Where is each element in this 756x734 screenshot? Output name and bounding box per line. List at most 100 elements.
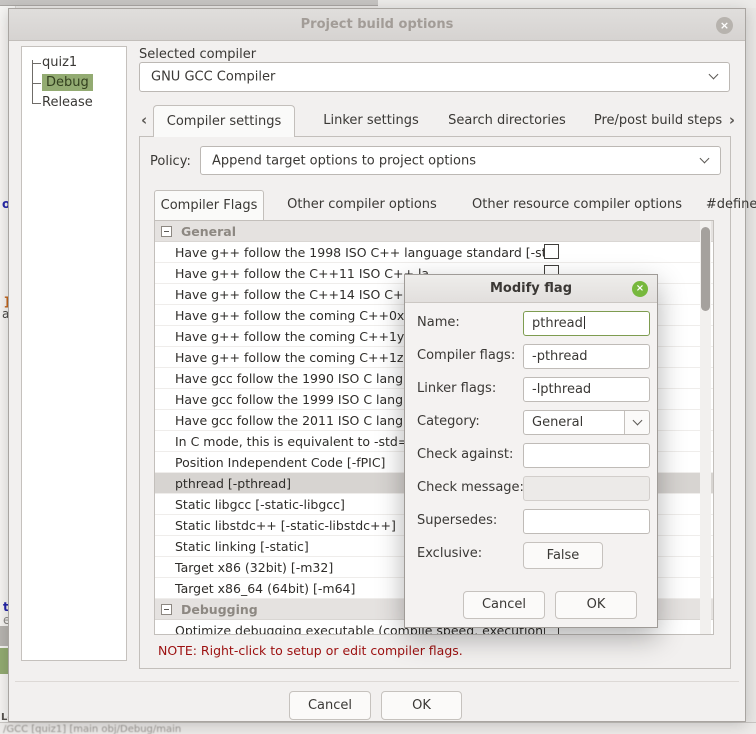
category-dropdown[interactable]: General [523,410,650,435]
modify-flag-dialog: Modify flag × Name: pthread Compiler fla… [404,274,658,628]
policy-dropdown-value: Append target options to project options [212,153,477,168]
compiler-flags-label: Compiler flags: [417,348,516,363]
flag-label: Have g++ follow the coming C++0x (a [175,308,421,323]
compiler-flags-input[interactable]: -pthread [523,344,650,369]
flag-label: Have g++ follow the C++14 ISO C++ la [175,287,430,302]
name-input-value: pthread [532,316,583,331]
supersedes-input[interactable] [523,509,650,534]
tree-item-release[interactable]: Release [22,93,126,113]
flag-label: General [181,224,236,239]
tree-item-label: Debug [42,74,93,91]
note-text: NOTE: Right-click to setup or edit compi… [158,643,463,658]
tree-item-label: quiz1 [42,55,78,70]
flag-label: Have g++ follow the coming C++1y (a [175,329,421,344]
build-target-tree[interactable]: quiz1 Debug Release [21,46,127,661]
background-window-edge [378,0,756,8]
category-label: Category: [417,414,480,429]
chevron-down-icon [708,69,719,80]
tab-compiler-settings[interactable]: Compiler settings [153,105,295,137]
background-statusbar-text: /GCC [quiz1] [main obj/Debug/main [3,724,182,734]
subtab-compiler-flags[interactable]: Compiler Flags [154,190,264,220]
modify-dialog-title: Modify flag [490,281,572,296]
exclusive-toggle-button[interactable]: False [523,542,603,569]
flag-label: Have gcc follow the 2011 ISO C langu [175,413,411,428]
subtab-defines[interactable]: #defines [700,190,756,220]
flag-checkbox[interactable] [544,244,559,259]
flags-tabbar: Compiler Flags Other compiler options Ot… [140,190,756,220]
compiler-dropdown[interactable]: GNU GCC Compiler [139,62,730,92]
ok-button[interactable]: OK [381,691,462,720]
background-window-edge [0,0,378,6]
flag-label: Static libgcc [-static-libgcc] [175,497,345,512]
compiler-dropdown-value: GNU GCC Compiler [151,69,276,85]
tab-search-directories[interactable]: Search directories [443,105,571,137]
tree-item-debug[interactable]: Debug [22,73,126,93]
flag-label: Have g++ follow the C++11 ISO C++ la [175,266,430,281]
compiler-flags-value: -pthread [532,349,588,364]
collapse-minus-icon[interactable] [161,226,172,237]
policy-label: Policy: [150,154,191,169]
tab-linker-settings[interactable]: Linker settings [307,105,435,137]
tree-connector [32,63,41,64]
linker-flags-input[interactable]: -lpthread [523,377,650,402]
tab-scroll-left-icon[interactable]: ‹ [141,111,147,129]
chevron-down-icon [632,415,643,425]
divider [15,681,739,682]
scrollbar-thumb[interactable] [701,227,710,311]
category-row: Category: General [405,410,657,436]
flag-label: Static linking [-static] [175,539,309,554]
flag-label: Position Independent Code [-fPIC] [175,455,386,470]
tree-item-label: Release [42,95,93,110]
name-input[interactable]: pthread [523,311,650,336]
modify-dialog-titlebar[interactable]: Modify flag × [405,275,657,303]
check-against-row: Check against: [405,443,657,469]
flag-label: Have gcc follow the 1990 ISO C langu [175,371,411,386]
cancel-button[interactable]: Cancel [289,691,371,720]
supersedes-label: Supersedes: [417,513,498,528]
check-message-label: Check message: [417,480,524,495]
flag-row[interactable]: Have g++ follow the 1998 ISO C++ languag… [155,242,713,263]
modify-cancel-button[interactable]: Cancel [463,591,545,619]
flag-label: Have g++ follow the coming C++1z (a [175,350,421,365]
modify-ok-button[interactable]: OK [555,591,637,619]
tree-connector [32,103,41,104]
policy-dropdown[interactable]: Append target options to project options [200,146,721,175]
exclusive-row: Exclusive: False [405,542,657,569]
flag-label: Have g++ follow the 1998 ISO C++ languag… [175,245,555,260]
name-label: Name: [417,315,460,330]
flag-label: Static libstdc++ [-static-libstdc++] [175,518,396,533]
selected-compiler-label: Selected compiler [139,47,257,62]
check-against-input[interactable] [523,443,650,468]
background-statusbar: /GCC [quiz1] [main obj/Debug/main [0,722,756,734]
flag-label: Debugging [181,602,258,617]
linker-flags-value: -lpthread [532,382,592,397]
subtab-other-compiler-options[interactable]: Other compiler options [274,190,450,220]
flag-label: pthread [-pthread] [175,476,292,491]
settings-tabbar: ‹ Compiler settings Linker settings Sear… [137,105,737,137]
tree-item-project[interactable]: quiz1 [22,53,126,73]
subtab-other-resource-compiler-options[interactable]: Other resource compiler options [458,190,696,220]
tree-connector [32,83,41,84]
flag-label: Target x86_64 (64bit) [-m64] [175,581,356,596]
category-value: General [532,415,584,430]
close-icon[interactable]: × [632,281,648,297]
dialog-title: Project build options [300,17,454,32]
tab-prepost-build-steps[interactable]: Pre/post build steps [579,105,737,137]
collapse-minus-icon[interactable] [161,604,172,615]
check-against-label: Check against: [417,447,514,462]
flag-row[interactable]: General [155,221,713,242]
linker-flags-row: Linker flags: -lpthread [405,377,657,403]
text-cursor [583,316,585,329]
tab-scroll-right-icon[interactable]: › [729,111,735,129]
chevron-down-icon [699,153,710,163]
scrollbar[interactable] [700,221,711,634]
dialog-titlebar[interactable]: Project build options × [9,9,745,41]
exclusive-label: Exclusive: [417,546,483,561]
flag-label: In C mode, this is equivalent to -std=c [175,434,416,449]
supersedes-row: Supersedes: [405,509,657,535]
dropdown-button[interactable] [624,411,649,434]
name-row: Name: pthread [405,311,657,337]
close-icon[interactable]: × [716,17,733,34]
check-message-input [523,476,650,501]
flag-label: Have gcc follow the 1999 ISO C langu [175,392,411,407]
